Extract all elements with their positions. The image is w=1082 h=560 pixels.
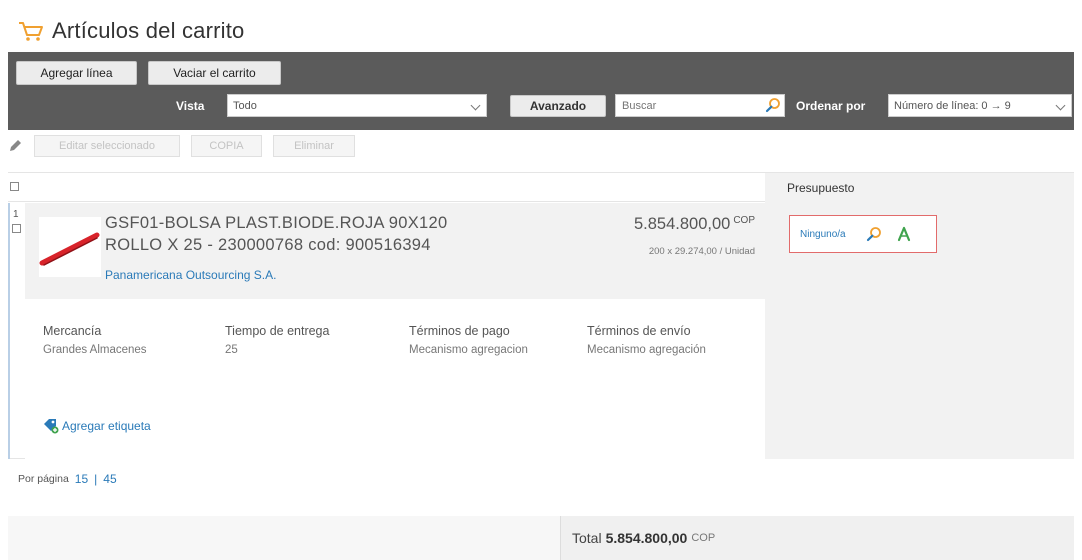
page-header: Artículos del carrito (18, 14, 245, 48)
detail-label: Tiempo de entrega (225, 324, 330, 338)
detail-label: Términos de pago (409, 324, 510, 338)
add-tag-link[interactable]: Agregar etiqueta (43, 418, 151, 434)
per-page-option-45[interactable]: 45 (103, 472, 116, 486)
search-icon[interactable] (765, 97, 781, 113)
pagination: Por página 15 | 45 (18, 472, 123, 486)
add-tag-label: Agregar etiqueta (62, 419, 151, 433)
per-page-separator: | (94, 472, 98, 486)
sort-label: Ordenar por (796, 99, 866, 113)
per-page-label: Por página (18, 473, 69, 485)
per-page-option-15[interactable]: 15 (75, 472, 88, 486)
supplier-link[interactable]: Panamericana Outsourcing S.A. (105, 268, 276, 282)
item-details: Mercancía Grandes Almacenes Tiempo de en… (25, 299, 765, 459)
budget-column-header: Presupuesto (765, 173, 1074, 203)
detail-payment-terms: Términos de pago Mecanismo agregacion (409, 324, 528, 356)
total-currency: COP (691, 532, 716, 544)
advanced-button[interactable]: Avanzado (510, 95, 606, 117)
budget-value-link[interactable]: Ninguno/a (800, 229, 846, 240)
select-all-checkbox[interactable] (10, 182, 19, 191)
item-price-currency: COP (733, 215, 755, 226)
budget-column: Ninguno/a (765, 203, 1074, 459)
row-checkbox[interactable] (12, 224, 21, 233)
table-header: Presupuesto (8, 172, 1074, 203)
page-title: Artículos del carrito (52, 18, 245, 43)
item-price: 5.854.800,00 COP (634, 215, 755, 234)
detail-value: 25 (225, 344, 238, 356)
detail-value: Mecanismo agregación (587, 344, 706, 356)
edit-selected-button[interactable]: Editar seleccionado (34, 135, 180, 157)
detail-shipping-terms: Términos de envío Mecanismo agregación (587, 324, 706, 356)
chevron-down-icon (1055, 100, 1066, 111)
view-select-value: Todo (233, 99, 257, 112)
tag-icon (44, 419, 59, 434)
item-title-line-1: GSF01-BOLSA PLAST.BIODE.ROJA 90X120 (105, 214, 448, 232)
footer-bar: Total 5.854.800,00 COP (8, 516, 1074, 560)
copy-button[interactable]: COPIA (191, 135, 262, 157)
budget-field: Ninguno/a (789, 215, 937, 253)
detail-label: Mercancía (43, 324, 102, 338)
total-amount: 5.854.800,00 (605, 530, 688, 546)
detail-label: Términos de envío (587, 324, 691, 338)
detail-value: Grandes Almacenes (43, 344, 147, 356)
cart-item: 1 GSF01-BOLSA PLAST.BIODE.ROJA 90X120 RO… (8, 203, 1074, 459)
split-icon[interactable] (896, 226, 912, 242)
item-summary: GSF01-BOLSA PLAST.BIODE.ROJA 90X120 ROLL… (25, 203, 765, 299)
detail-value: Mecanismo agregacion (409, 344, 528, 356)
add-line-button[interactable]: Agregar línea (16, 61, 137, 85)
item-title-line-2: ROLLO X 25 - 230000768 cod: 900516394 (105, 236, 431, 254)
item-unit-detail: 200 x 29.274,00 / Unidad (648, 246, 755, 257)
sort-select[interactable]: Número de línea: 0 → 9 (888, 94, 1072, 117)
view-label: Vista (176, 99, 205, 113)
chevron-down-icon (470, 100, 481, 111)
search-icon[interactable] (866, 226, 882, 242)
total-label: Total (572, 530, 602, 546)
selection-action-bar: Editar seleccionado COPIA Eliminar (8, 134, 366, 158)
view-select[interactable]: Todo (227, 94, 487, 117)
detail-commodity: Mercancía Grandes Almacenes (43, 324, 147, 356)
detail-delivery-time: Tiempo de entrega 25 (225, 324, 329, 356)
cart-icon (19, 22, 43, 41)
search-input[interactable] (616, 95, 756, 116)
line-number: 1 (13, 209, 19, 220)
row-indicator: 1 (8, 203, 25, 459)
item-title[interactable]: GSF01-BOLSA PLAST.BIODE.ROJA 90X120 ROLL… (105, 212, 545, 256)
cart-toolbar: Agregar línea Vaciar el carrito Vista To… (8, 52, 1074, 130)
delete-button[interactable]: Eliminar (273, 135, 355, 157)
sort-select-value: Número de línea: 0 → 9 (894, 99, 1011, 112)
item-price-amount: 5.854.800,00 (633, 215, 731, 233)
empty-cart-button[interactable]: Vaciar el carrito (148, 61, 281, 85)
search-box (615, 94, 785, 117)
pencil-icon (10, 140, 21, 151)
product-image[interactable] (39, 217, 101, 277)
cart-total: Total 5.854.800,00 COP (560, 516, 1074, 560)
